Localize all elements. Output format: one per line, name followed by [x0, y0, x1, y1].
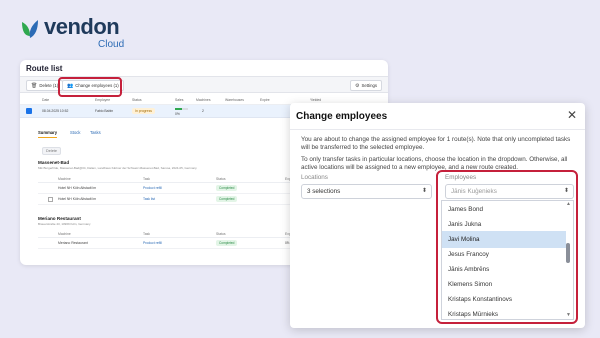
hdr-task: Task: [143, 232, 150, 236]
employees-highlight: [436, 170, 578, 324]
hdr-status: Status: [216, 177, 226, 181]
col-warehouses: Warehouses: [225, 98, 244, 102]
row-checkbox[interactable]: [26, 108, 32, 114]
modal-title: Change employees: [296, 111, 388, 122]
row-machine: Hotel NH Köln Altstadt lm: [58, 186, 97, 190]
col-machines: Machines: [196, 98, 211, 102]
sub-delete-button[interactable]: Delete: [42, 147, 61, 155]
col-employee: Employee: [95, 98, 111, 102]
modal-divider: [290, 129, 585, 130]
col-sales: Sales: [175, 98, 184, 102]
col-status: Status: [132, 98, 142, 102]
settings-label: Settings: [361, 83, 377, 88]
row-machine: Meriano Restaurant: [58, 241, 88, 245]
row-sales: 0%: [175, 112, 180, 116]
vendon-logo: vendon Cloud: [20, 14, 132, 52]
tab-summary[interactable]: Summary: [38, 130, 58, 138]
sales-progress-bar: [175, 108, 188, 110]
col-expire: Expire: [260, 98, 270, 102]
sales-progress-fill: [175, 108, 182, 110]
chevron-updown-icon: ⬍: [421, 188, 427, 194]
route-list-title: Route list: [26, 64, 63, 73]
hdr-task: Task: [143, 177, 150, 181]
gear-icon: ⚙: [354, 83, 360, 89]
settings-button[interactable]: ⚙ Settings: [349, 80, 382, 91]
locations-label: Locations: [301, 174, 328, 181]
hdr-machine: Machine: [58, 232, 71, 236]
col-yielded: Yielded: [310, 98, 322, 102]
logo-text: vendon: [44, 14, 120, 39]
row-checkbox[interactable]: [48, 197, 53, 202]
completed-badge: Completed: [216, 185, 238, 191]
hdr-status: Status: [216, 232, 226, 236]
hdr-machine: Machine: [58, 177, 71, 181]
locations-select[interactable]: 3 selections ⬍: [301, 184, 432, 199]
change-employees-highlight: [58, 77, 122, 97]
tab-stock[interactable]: Stock: [70, 130, 80, 135]
modal-description-1: You are about to change the assigned emp…: [301, 136, 571, 151]
row-task-link[interactable]: Task list: [143, 197, 155, 201]
row-task-link[interactable]: Product refill: [143, 241, 162, 245]
trash-icon: 🗑: [31, 83, 38, 89]
row-employee: Fabio Babin: [95, 109, 114, 113]
completed-badge: Completed: [216, 196, 238, 202]
col-date: Date: [42, 98, 50, 102]
vendon-logo-mark-icon: [22, 20, 38, 38]
logo-subtext: Cloud: [98, 39, 125, 50]
status-badge: In progress: [132, 108, 155, 114]
tab-tasks[interactable]: Tasks: [90, 130, 101, 135]
row-task-link[interactable]: Product refill: [143, 186, 162, 190]
row-date: 08.04.2025 10:52: [42, 109, 69, 113]
row-machines: 2: [202, 109, 204, 113]
row-machine: Hotel NH Köln Altstadt lm: [58, 197, 97, 201]
close-icon[interactable]: ✕: [567, 108, 577, 122]
locations-value: 3 selections: [307, 188, 341, 195]
completed-badge: Completed: [216, 240, 238, 246]
delete-label: Delete (1): [39, 83, 59, 88]
